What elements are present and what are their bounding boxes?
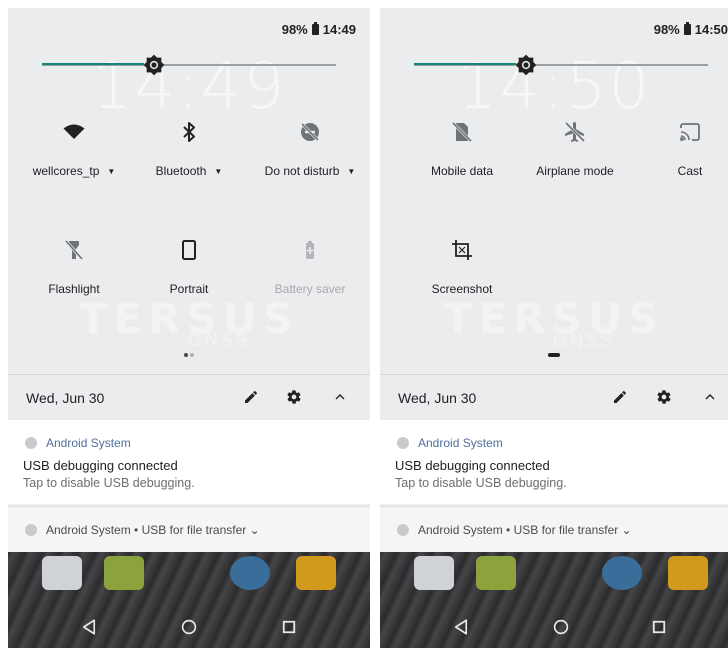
tile-label: Bluetooth bbox=[155, 164, 207, 178]
status-bar: 98% 14:50 bbox=[654, 22, 728, 37]
notification-app-name: Android System bbox=[418, 436, 503, 450]
quick-settings-area: 14:50 TERSUS GNSS 98% 14:50 Mobile data … bbox=[380, 8, 728, 374]
wifi-icon bbox=[63, 124, 85, 139]
phone-app-icon[interactable] bbox=[42, 556, 82, 590]
tile-portrait[interactable]: Portrait bbox=[129, 238, 249, 296]
page-dot bbox=[190, 353, 194, 357]
navigation-bar bbox=[380, 606, 728, 648]
edit-pencil-icon[interactable] bbox=[612, 389, 628, 405]
android-system-icon bbox=[25, 524, 37, 536]
brightness-icon[interactable] bbox=[515, 54, 537, 76]
tile-wifi[interactable]: wellcores_tp ▼ bbox=[14, 120, 134, 178]
tile-battery-saver[interactable]: Battery saver bbox=[250, 238, 370, 296]
battery-percent: 98% bbox=[653, 22, 680, 37]
slider-fill bbox=[414, 63, 526, 65]
tile-bluetooth[interactable]: Bluetooth ▼ bbox=[129, 120, 249, 178]
android-system-icon bbox=[397, 437, 409, 449]
notification-app-name: Android System bbox=[46, 436, 131, 450]
tile-label: wellcores_tp bbox=[32, 164, 100, 178]
date-bar: Wed, Jun 30 bbox=[380, 374, 728, 420]
battery-icon bbox=[311, 22, 319, 35]
browser-app-icon[interactable] bbox=[602, 556, 642, 590]
messaging-app-icon[interactable] bbox=[104, 556, 144, 590]
notification-summary: Android System • USB for file transfer ⌄ bbox=[46, 523, 260, 537]
tile-screenshot[interactable]: Screenshot bbox=[402, 238, 522, 296]
nav-home-icon[interactable] bbox=[552, 618, 570, 636]
date-label: Wed, Jun 30 bbox=[398, 390, 477, 406]
edit-pencil-icon[interactable] bbox=[243, 389, 259, 405]
nav-recents-icon[interactable] bbox=[280, 618, 298, 636]
status-bar: 98% 14:49 bbox=[282, 22, 356, 37]
brightness-slider[interactable] bbox=[42, 54, 336, 76]
tile-label: Airplane mode bbox=[536, 164, 614, 178]
battery-icon bbox=[683, 22, 691, 35]
status-time: 14:49 bbox=[322, 22, 356, 37]
brightness-slider[interactable] bbox=[414, 54, 708, 76]
notification-text: Tap to disable USB debugging. bbox=[395, 476, 567, 490]
settings-gear-icon[interactable] bbox=[656, 389, 672, 405]
dnd-off-icon bbox=[300, 122, 320, 142]
date-label: Wed, Jun 30 bbox=[26, 390, 105, 406]
tile-label: Battery saver bbox=[274, 282, 346, 296]
tile-label: Screenshot bbox=[431, 282, 493, 296]
nav-back-icon[interactable] bbox=[452, 618, 470, 636]
notification-title: USB debugging connected bbox=[23, 458, 178, 473]
camera-app-icon[interactable] bbox=[296, 556, 336, 590]
tile-label: Do not disturb bbox=[264, 164, 340, 178]
screenshot-icon bbox=[452, 240, 472, 260]
dropdown-caret-icon[interactable]: ▼ bbox=[214, 167, 222, 176]
nav-home-icon[interactable] bbox=[180, 618, 198, 636]
tile-label: Cast bbox=[677, 164, 703, 178]
status-time: 14:50 bbox=[694, 22, 728, 37]
brightness-icon[interactable] bbox=[143, 54, 165, 76]
messaging-app-icon[interactable] bbox=[476, 556, 516, 590]
cast-icon bbox=[680, 123, 700, 141]
android-system-icon bbox=[397, 524, 409, 536]
page-indicator bbox=[380, 344, 728, 362]
quick-settings-panel-left: 14:49 TERSUS GNSS 98% 14:49 wellcores_tp… bbox=[8, 8, 370, 648]
navigation-bar bbox=[8, 606, 370, 648]
notification-title: USB debugging connected bbox=[395, 458, 550, 473]
page-dash-active bbox=[548, 353, 560, 357]
nav-recents-icon[interactable] bbox=[650, 618, 668, 636]
collapse-chevron-up-icon[interactable] bbox=[332, 389, 348, 405]
date-bar: Wed, Jun 30 bbox=[8, 374, 370, 420]
android-system-icon bbox=[25, 437, 37, 449]
quick-settings-area: 14:49 TERSUS GNSS 98% 14:49 wellcores_tp… bbox=[8, 8, 370, 374]
portrait-icon bbox=[182, 240, 196, 260]
browser-app-icon[interactable] bbox=[230, 556, 270, 590]
bluetooth-icon bbox=[183, 122, 195, 142]
flashlight-off-icon bbox=[64, 240, 84, 260]
page-dot-active bbox=[184, 353, 188, 357]
tile-label: Flashlight bbox=[48, 282, 100, 296]
tile-flashlight[interactable]: Flashlight bbox=[14, 238, 134, 296]
notification-usb-debugging[interactable]: Android System USB debugging connected T… bbox=[380, 420, 728, 504]
battery-percent: 98% bbox=[281, 22, 308, 37]
collapse-chevron-up-icon[interactable] bbox=[702, 389, 718, 405]
settings-gear-icon[interactable] bbox=[286, 389, 302, 405]
notification-usb-file-transfer[interactable]: Android System • USB for file transfer ⌄ bbox=[8, 506, 370, 553]
notification-usb-file-transfer[interactable]: Android System • USB for file transfer ⌄ bbox=[380, 506, 728, 553]
page-indicator bbox=[8, 344, 370, 362]
tile-label: Mobile data bbox=[430, 164, 494, 178]
notification-summary: Android System • USB for file transfer ⌄ bbox=[418, 523, 632, 537]
tile-label: Portrait bbox=[169, 282, 209, 296]
airplane-off-icon bbox=[564, 121, 586, 143]
dropdown-caret-icon[interactable]: ▼ bbox=[107, 167, 115, 176]
slider-fill bbox=[42, 63, 154, 65]
dropdown-caret-icon[interactable]: ▼ bbox=[347, 167, 355, 176]
tile-do-not-disturb[interactable]: Do not disturb ▼ bbox=[250, 120, 370, 178]
nav-back-icon[interactable] bbox=[80, 618, 98, 636]
camera-app-icon[interactable] bbox=[668, 556, 708, 590]
mobile-data-off-icon bbox=[451, 121, 473, 143]
tile-cast[interactable]: Cast bbox=[630, 120, 728, 178]
tile-mobile-data[interactable]: Mobile data bbox=[402, 120, 522, 178]
phone-app-icon[interactable] bbox=[414, 556, 454, 590]
quick-settings-panel-right: 14:50 TERSUS GNSS 98% 14:50 Mobile data … bbox=[380, 8, 728, 648]
battery-saver-icon bbox=[306, 241, 314, 259]
notification-text: Tap to disable USB debugging. bbox=[23, 476, 195, 490]
notification-usb-debugging[interactable]: Android System USB debugging connected T… bbox=[8, 420, 370, 504]
tile-airplane-mode[interactable]: Airplane mode bbox=[515, 120, 635, 178]
